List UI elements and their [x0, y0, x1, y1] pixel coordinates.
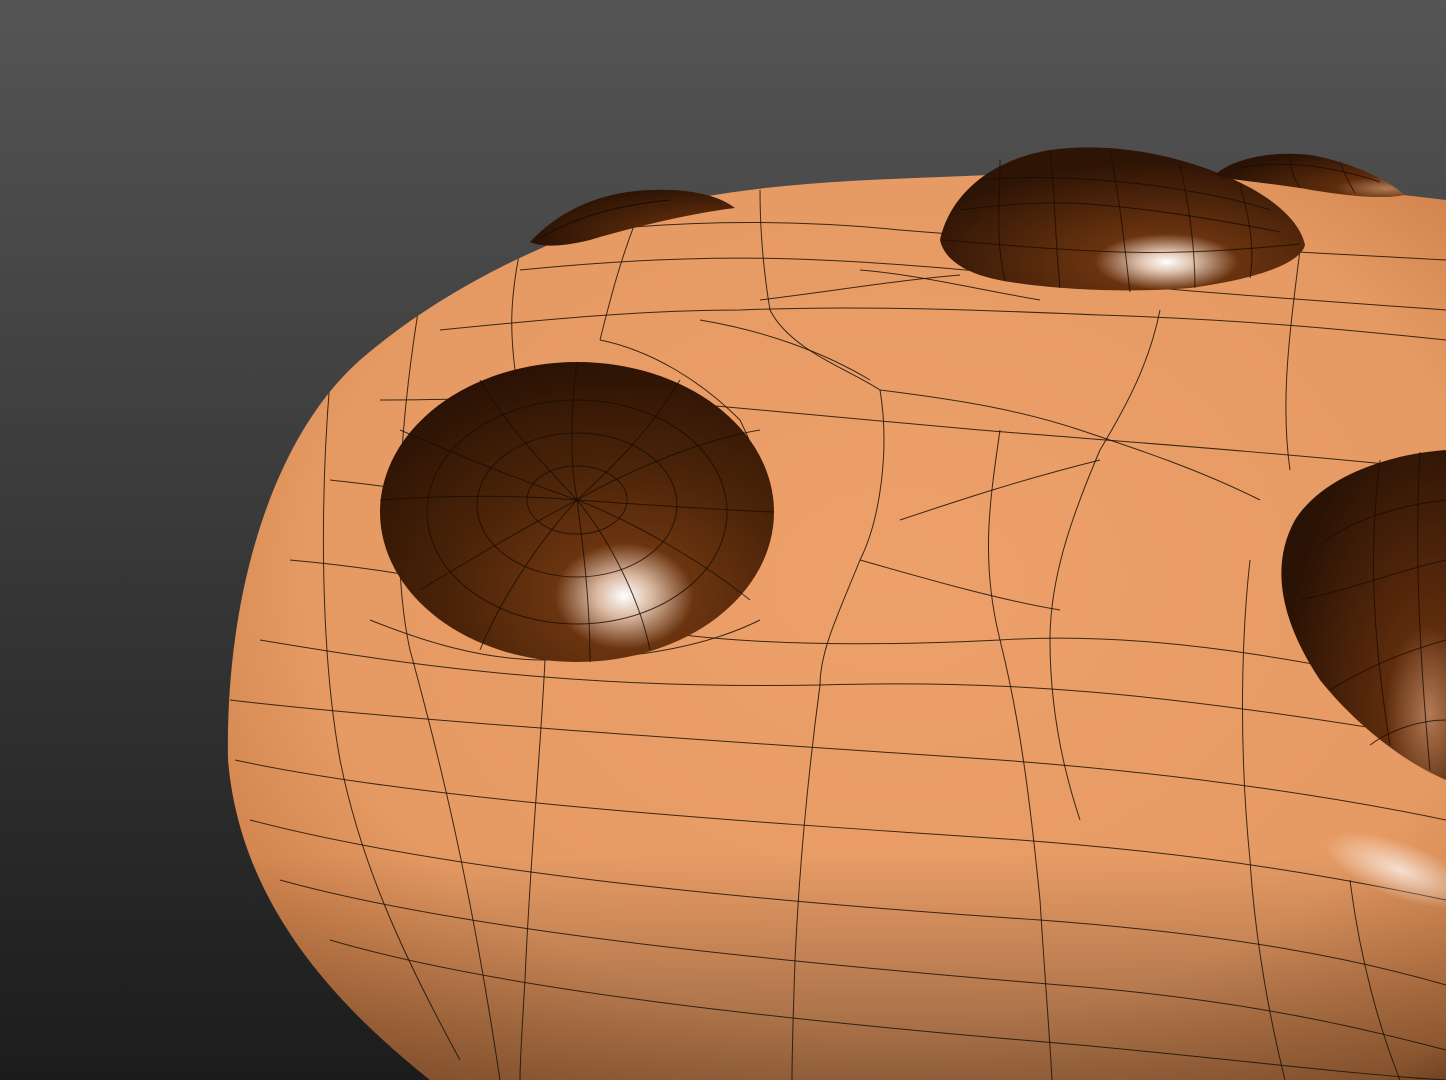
3d-viewport[interactable] — [0, 0, 1446, 1080]
chocolate-chip-center-left[interactable] — [379, 361, 775, 663]
viewport-scene[interactable] — [0, 0, 1446, 1080]
